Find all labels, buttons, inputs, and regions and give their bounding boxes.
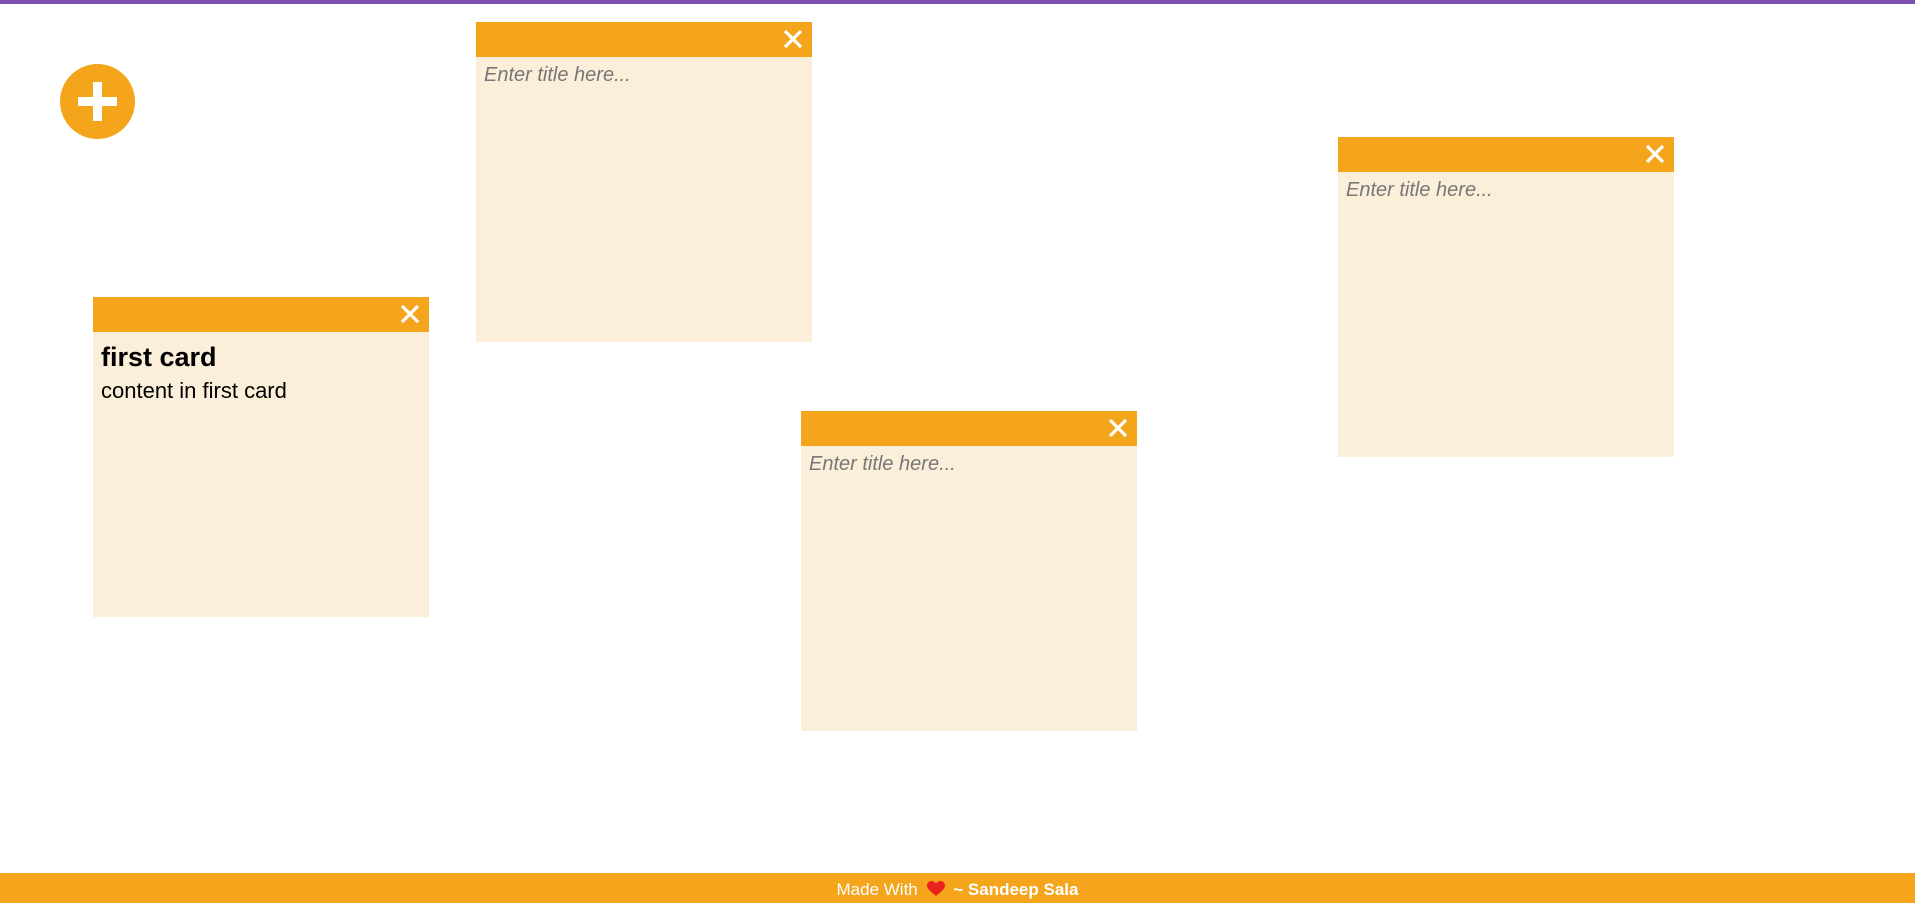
note-body[interactable]: first card content in first card <box>93 332 429 412</box>
note-header[interactable] <box>801 411 1137 446</box>
plus-icon <box>78 82 117 121</box>
note-card[interactable] <box>476 22 812 342</box>
note-body[interactable] <box>476 57 812 94</box>
note-card[interactable] <box>801 411 1137 731</box>
note-header[interactable] <box>93 297 429 332</box>
add-note-button[interactable] <box>60 64 135 139</box>
close-icon[interactable] <box>780 26 806 52</box>
footer-author: Sandeep Sala <box>967 880 1079 899</box>
note-content[interactable]: content in first card <box>101 377 421 405</box>
close-icon[interactable] <box>397 301 423 327</box>
top-accent-bar <box>0 0 1915 4</box>
note-body[interactable] <box>801 446 1137 483</box>
note-card[interactable]: first card content in first card <box>93 297 429 617</box>
note-header[interactable] <box>1338 137 1674 172</box>
note-header[interactable] <box>476 22 812 57</box>
heart-icon <box>926 881 945 897</box>
note-title-input[interactable] <box>484 64 804 87</box>
note-title[interactable]: first card <box>101 341 421 373</box>
note-card[interactable] <box>1338 137 1674 457</box>
footer-separator: ~ <box>953 880 964 899</box>
note-body[interactable] <box>1338 172 1674 209</box>
close-icon[interactable] <box>1105 415 1131 441</box>
footer-made-with: Made With <box>836 880 918 899</box>
close-icon[interactable] <box>1642 141 1668 167</box>
note-title-input[interactable] <box>1346 179 1666 202</box>
note-title-input[interactable] <box>809 453 1129 476</box>
footer: Made With ~ Sandeep Sala <box>0 873 1915 903</box>
